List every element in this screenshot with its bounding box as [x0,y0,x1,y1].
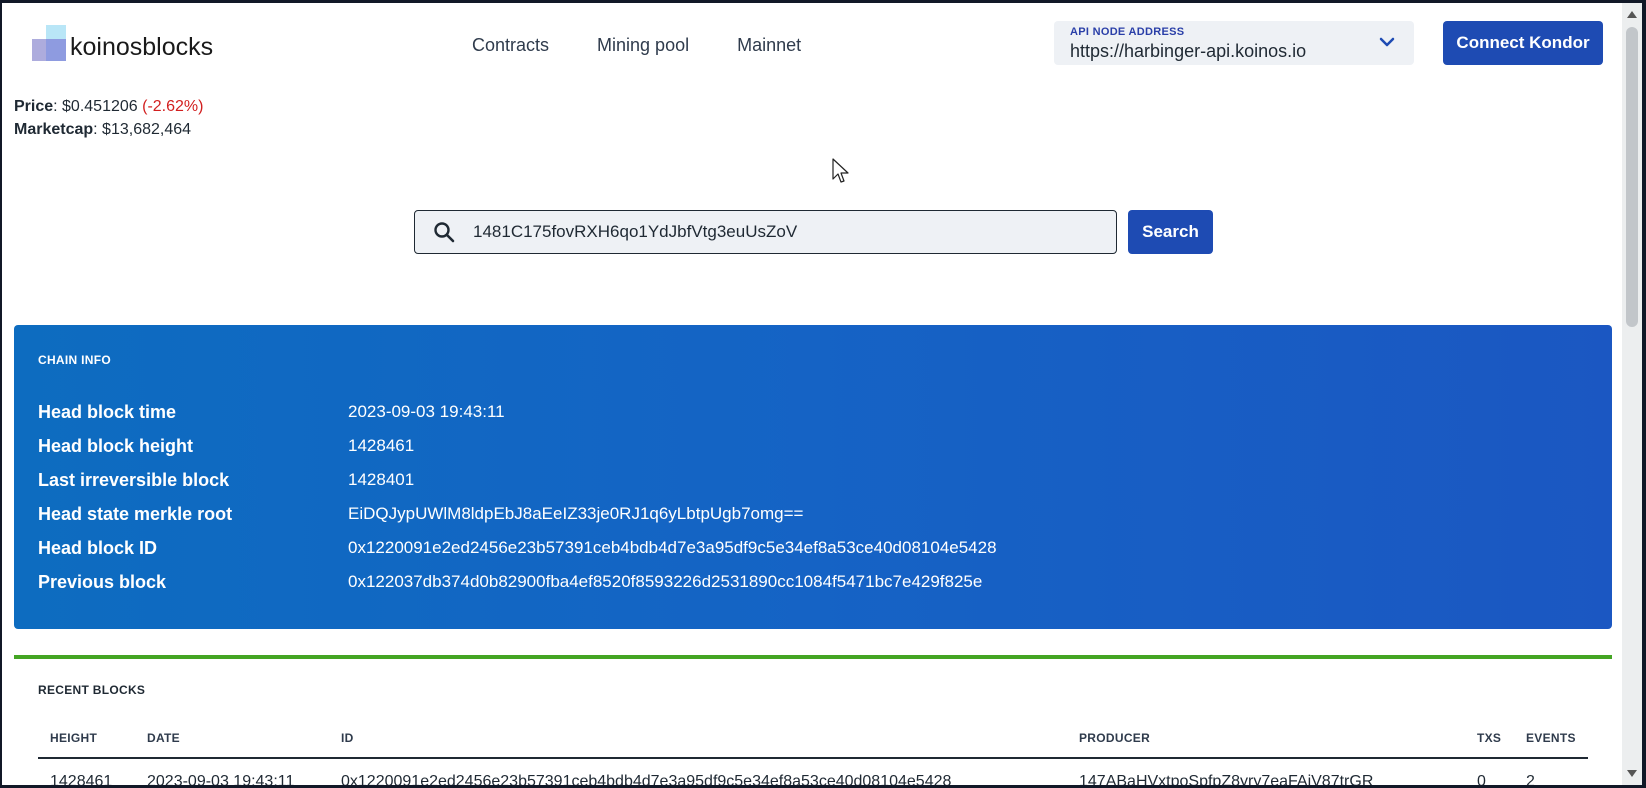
chain-row-head-block-id: Head block ID 0x1220091e2ed2456e23b57391… [38,531,1598,565]
chain-row-label: Head block height [38,435,194,456]
price-line: Price: $0.451206 (-2.62%) [14,95,203,118]
col-producer: PRODUCER [1079,731,1151,745]
connect-kondor-button[interactable]: Connect Kondor [1443,21,1603,65]
nav-mainnet[interactable]: Mainnet [737,35,801,56]
col-events: EVENTS [1526,731,1576,745]
chain-row-head-block-time: Head block time 2023-09-03 19:43:11 [38,395,1598,429]
chevron-down-icon [1379,37,1395,47]
cell-txs: 0 [1477,773,1486,785]
chain-row-label: Head block time [38,401,177,422]
chain-row-previous-block: Previous block 0x122037db374d0b82900fba4… [38,565,1598,599]
chain-row-value[interactable]: 0x1220091e2ed2456e23b57391ceb4bdb4d7e3a9… [348,538,997,558]
nav-mining-pool[interactable]: Mining pool [597,35,689,56]
search-icon [434,222,455,243]
browser-viewport: koinosblocks Contracts Mining pool Mainn… [2,3,1642,785]
api-node-value: https://harbinger-api.koinos.io [1070,41,1307,61]
scroll-thumb[interactable] [1626,27,1638,327]
cell-id[interactable]: 0x1220091e2ed2456e23b57391ceb4bdb4d7e3a9… [341,773,951,785]
marketcap-label: Marketcap [14,121,94,138]
scroll-up-arrow-icon[interactable] [1627,11,1637,18]
price-label: Price [14,98,54,115]
col-height: HEIGHT [50,731,98,745]
col-txs: TXS [1477,731,1502,745]
search-input[interactable] [473,211,1103,253]
chain-row-last-irreversible-block: Last irreversible block 1428401 [38,463,1598,497]
col-date: DATE [147,731,180,745]
cell-date: 2023-09-03 19:43:11 [147,773,295,785]
marketcap-colon: : [93,121,103,138]
cell-height[interactable]: 1428461 [50,773,112,785]
logo-mark-icon [32,25,68,61]
search-box [414,210,1117,254]
price-change: (-2.62%) [142,98,204,115]
chain-row-value[interactable]: 0x122037db374d0b82900fba4ef8520f8593226d… [348,572,982,592]
mouse-cursor-icon [832,158,849,183]
chain-row-value: 1428401 [348,470,415,489]
chain-row-head-block-height: Head block height 1428461 [38,429,1598,463]
api-node-select[interactable]: API NODE ADDRESS https://harbinger-api.k… [1054,21,1414,65]
scroll-down-arrow-icon[interactable] [1627,770,1637,777]
chain-row-value: 2023-09-03 19:43:11 [348,402,505,421]
page-scrollbar[interactable] [1622,3,1642,785]
search-button[interactable]: Search [1128,210,1213,254]
chain-info-panel: CHAIN INFO Head block time 2023-09-03 19… [14,325,1612,629]
price-colon: : [53,98,63,115]
col-id: ID [341,731,354,745]
logo-text: koinosblocks [70,33,214,61]
api-node-label: API NODE ADDRESS [1070,26,1185,38]
chain-row-label: Head state merkle root [38,503,233,524]
chain-row-value: 1428461 [348,436,415,455]
cell-producer[interactable]: 147ABaHVxtpoSpfpZ8yry7eaFAjV87trGR [1079,773,1373,785]
chain-row-value: EiDQJypUWlM8ldpEbJ8aEeIZ33je0RJ1q6yLbtpU… [348,504,804,523]
table-header-divider [38,757,1588,759]
nav-contracts[interactable]: Contracts [472,35,549,56]
marketcap-line: Marketcap: $13,682,464 [14,118,203,141]
recent-blocks-title: RECENT BLOCKS [38,683,146,697]
cell-events: 2 [1526,773,1535,785]
chain-row-label: Head block ID [38,537,158,558]
chain-row-label: Previous block [38,571,167,592]
chain-info-title: CHAIN INFO [38,353,111,367]
chain-row-label: Last irreversible block [38,469,230,490]
main-nav: Contracts Mining pool Mainnet [472,35,801,56]
chain-row-head-state-merkle-root: Head state merkle root EiDQJypUWlM8ldpEb… [38,497,1598,531]
price-info: Price: $0.451206 (-2.62%) Marketcap: $13… [14,95,203,141]
price-value: $0.451206 [62,98,138,115]
logo[interactable]: koinosblocks [32,25,213,61]
marketcap-value: $13,682,464 [102,121,192,138]
recent-blocks-panel: RECENT BLOCKS HEIGHT DATE ID PRODUCER TX… [14,655,1612,785]
